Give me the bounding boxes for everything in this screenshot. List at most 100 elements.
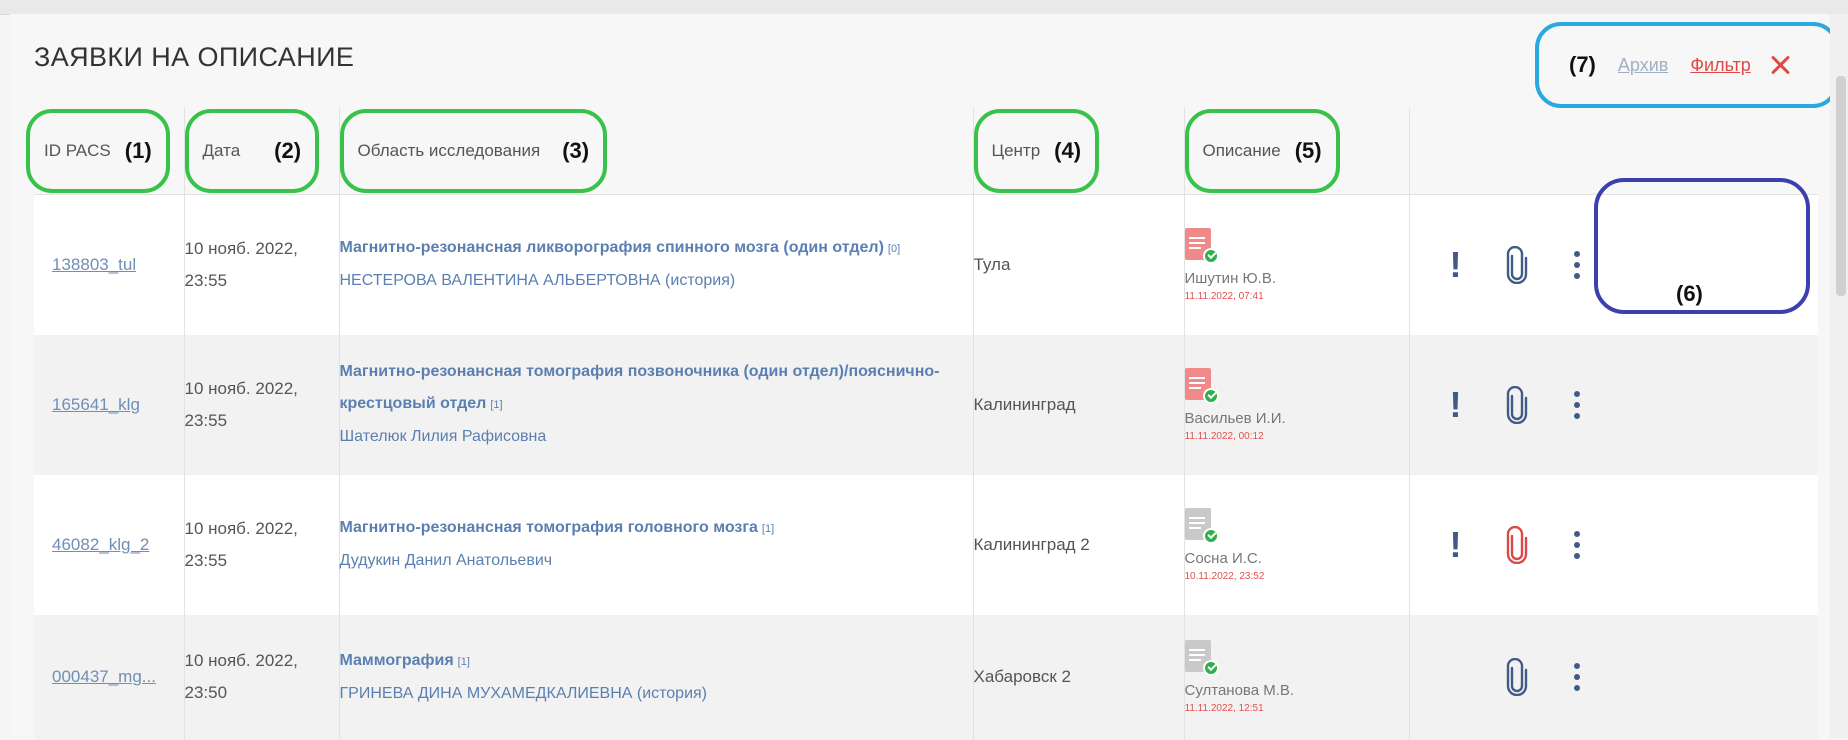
- date-cell: 10 нояб. 2022, 23:50: [184, 614, 340, 740]
- study-cell: Маммография [1] ГРИНЕВА ДИНА МУХАМЕДКАЛИЕ…: [339, 614, 974, 740]
- date-cell: 10 нояб. 2022, 23:55: [184, 474, 340, 615]
- more-menu-icon[interactable]: [1573, 530, 1582, 559]
- patient-name[interactable]: Дудукин Данил Анатольевич: [340, 545, 973, 577]
- paperclip-icon[interactable]: [1504, 385, 1530, 424]
- study-name-continued: крестцовый отдел: [339, 395, 487, 412]
- author-name: Султанова М.В.: [1184, 682, 1295, 699]
- requests-table: ID PACS (1) Дата (2) Область исследовани…: [26, 108, 1818, 740]
- author-time: 10.11.2022, 23:52: [1184, 570, 1265, 582]
- paperclip-icon[interactable]: [1504, 658, 1530, 696]
- column-header-label: Область исследования: [357, 141, 541, 160]
- annotation-label: (1): [124, 138, 152, 163]
- study-name: Маммография: [339, 651, 454, 669]
- time-text: 23:55: [184, 270, 228, 290]
- description-cell: Васильев И.И. 11.11.2022, 00:12: [1184, 334, 1410, 475]
- actions-cell: !: [1409, 334, 1818, 475]
- center-cell: Хабаровск 2: [973, 614, 1185, 740]
- exclamation-icon[interactable]: !: [1450, 386, 1462, 423]
- column-header-center[interactable]: Центр (4): [973, 108, 1185, 195]
- document-icon[interactable]: [1184, 367, 1219, 404]
- column-header-box: Описание (5): [1184, 109, 1340, 193]
- page-title: ЗАЯВКИ НА ОПИСАНИЕ: [34, 42, 355, 72]
- author-name: Сосна И.С.: [1184, 549, 1262, 567]
- annotation-label: (4): [1054, 138, 1082, 163]
- table-header-row: ID PACS (1) Дата (2) Область исследовани…: [26, 108, 1818, 195]
- author-time: 11.11.2022, 00:12: [1184, 430, 1264, 442]
- author-name: Ишутин Ю.В.: [1184, 269, 1277, 287]
- check-icon: [1202, 527, 1219, 544]
- author-time: 11.11.2022, 12:51: [1184, 703, 1264, 714]
- study-count: [0]: [887, 243, 901, 256]
- patient-name[interactable]: НЕСТЕРОВА ВАЛЕНТИНА АЛЬБЕРТОВНА (история…: [340, 265, 973, 297]
- document-icon[interactable]: [1184, 640, 1219, 676]
- center-cell: Калининград 2: [973, 474, 1185, 615]
- table-row[interactable]: 165641_klg 10 нояб. 2022, 23:55 Магнитно-…: [34, 334, 1818, 475]
- table-row[interactable]: 138803_tul 10 нояб. 2022, 23:55 Магнитно-…: [34, 194, 1818, 335]
- exclamation-icon[interactable]: !: [1450, 246, 1462, 283]
- document-icon[interactable]: [1184, 507, 1219, 544]
- column-header-id[interactable]: ID PACS (1): [26, 108, 185, 195]
- id-link[interactable]: 000437_mg...: [34, 667, 156, 686]
- center-cell: Калининград: [973, 334, 1185, 475]
- description-cell: Ишутин Ю.В. 11.11.2022, 07:41: [1184, 194, 1410, 335]
- study-cell: Магнитно-резонансная томография головног…: [339, 474, 974, 615]
- table-row[interactable]: 46082_klg_2 10 нояб. 2022, 23:55 Магнитно…: [34, 474, 1818, 615]
- document-icon[interactable]: [1184, 227, 1219, 264]
- study-cell: Магнитно-резонансная томография позвоноч…: [339, 334, 974, 475]
- study-count: [1]: [761, 523, 775, 535]
- table-row[interactable]: 000437_mg... 10 нояб. 2022, 23:50 Маммогр…: [34, 614, 1818, 740]
- check-icon: [1202, 387, 1219, 404]
- description-cell: Султанова М.В. 11.11.2022, 12:51: [1184, 614, 1410, 740]
- author-name: Васильев И.И.: [1184, 409, 1286, 427]
- center-cell: Тула: [973, 194, 1185, 335]
- archive-link[interactable]: Архив: [1618, 55, 1668, 76]
- annotation-label: (6): [1676, 281, 1703, 306]
- column-header-label: ID PACS: [44, 141, 111, 160]
- actions-cell: [1409, 614, 1818, 740]
- scrollbar[interactable]: [1830, 14, 1848, 738]
- id-link[interactable]: 138803_tul: [34, 255, 136, 274]
- actions-cell: !: [1409, 474, 1818, 615]
- date-text: 10 нояб. 2022,: [184, 518, 298, 538]
- study-name: Магнитно-резонансная томография головног…: [339, 519, 758, 536]
- column-header-label: Дата: [202, 141, 241, 160]
- top-bar: [0, 0, 1848, 15]
- column-header-box: Область исследования (3): [339, 109, 608, 193]
- annotation-label: (5): [1294, 138, 1322, 163]
- annotation-label: (3): [562, 138, 590, 163]
- more-menu-icon[interactable]: [1573, 663, 1582, 691]
- id-link[interactable]: 46082_klg_2: [34, 535, 149, 554]
- date-cell: 10 нояб. 2022, 23:55: [184, 334, 340, 475]
- more-menu-icon[interactable]: [1573, 250, 1582, 279]
- filter-link[interactable]: Фильтр: [1690, 55, 1750, 76]
- date-text: 10 нояб. 2022,: [184, 651, 298, 670]
- description-cell: Сосна И.С. 10.11.2022, 23:52: [1184, 474, 1410, 615]
- paperclip-icon[interactable]: [1504, 525, 1530, 564]
- column-header-area[interactable]: Область исследования (3): [339, 108, 974, 195]
- time-text: 23:55: [184, 410, 228, 430]
- exclamation-icon[interactable]: !: [1450, 526, 1462, 563]
- scrollbar-thumb[interactable]: [1836, 76, 1846, 296]
- check-icon: [1202, 660, 1219, 676]
- study-cell: Магнитно-резонансная ликворография спинн…: [339, 194, 974, 335]
- column-header-box: ID PACS (1): [26, 109, 170, 193]
- study-name: Магнитно-резонансная ликворография спинн…: [339, 239, 884, 257]
- date-cell: 10 нояб. 2022, 23:55: [184, 194, 340, 335]
- column-header-description[interactable]: Описание (5): [1184, 108, 1410, 195]
- column-header-date[interactable]: Дата (2): [184, 108, 340, 195]
- id-link[interactable]: 165641_klg: [34, 395, 140, 414]
- time-text: 23:55: [184, 550, 228, 570]
- paperclip-icon[interactable]: [1504, 245, 1530, 284]
- study-count: [1]: [457, 655, 470, 668]
- column-header-box: Центр (4): [973, 109, 1100, 193]
- annotation-label: (2): [274, 138, 302, 163]
- study-count: [1]: [490, 399, 503, 411]
- patient-name[interactable]: ГРИНЕВА ДИНА МУХАМЕДКАЛИЕВНА (история): [340, 678, 973, 710]
- column-header-label: Описание: [1202, 141, 1281, 160]
- close-icon[interactable]: [1769, 54, 1791, 76]
- annotation-label: (7): [1569, 52, 1596, 77]
- patient-name[interactable]: Шателюк Лилия Рафисовна: [340, 421, 973, 453]
- more-menu-icon[interactable]: [1573, 390, 1582, 419]
- check-icon: [1202, 247, 1219, 264]
- author-time: 11.11.2022, 07:41: [1184, 290, 1264, 302]
